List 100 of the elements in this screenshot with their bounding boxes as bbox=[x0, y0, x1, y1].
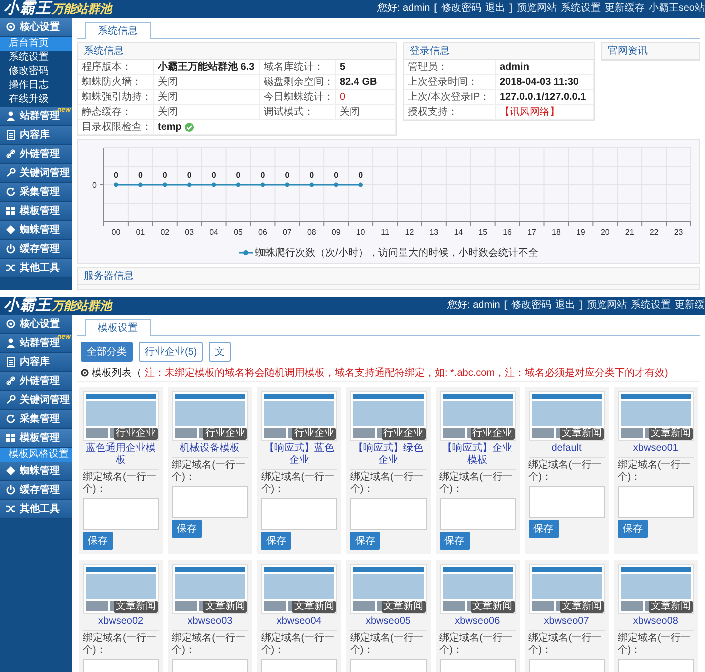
sidebar-item[interactable]: 系统设置 bbox=[0, 51, 72, 65]
template-name[interactable]: xbwseo04 bbox=[261, 616, 338, 631]
header-link[interactable]: 退出 bbox=[486, 2, 506, 16]
save-button[interactable]: 保存 bbox=[83, 532, 113, 550]
legend-marker-icon bbox=[238, 250, 253, 256]
data-point bbox=[358, 182, 363, 188]
header-link[interactable]: 小霸王seo站 bbox=[648, 2, 705, 16]
axis-label: 13 bbox=[430, 228, 439, 237]
sidebar-group[interactable]: 采集管理 bbox=[0, 410, 72, 429]
category-badge: 文章新闻 bbox=[203, 601, 248, 613]
sidebar-group[interactable]: 其他工具 bbox=[0, 500, 72, 519]
sidebar-group[interactable]: 核心设置 bbox=[0, 315, 72, 334]
tab[interactable]: 系统信息 bbox=[85, 22, 151, 39]
sidebar-group[interactable]: 缓存管理 bbox=[0, 481, 72, 500]
axis-label: 12 bbox=[405, 228, 414, 237]
header-link[interactable]: 退出 bbox=[556, 299, 576, 313]
sidebar-group[interactable]: 蜘蛛管理 bbox=[0, 462, 72, 481]
category-badge: 文章新闻 bbox=[114, 601, 158, 613]
domain-field[interactable] bbox=[83, 498, 160, 530]
table-cell-text: 磁盘剩余空间： bbox=[264, 76, 334, 89]
axis-label: 23 bbox=[674, 228, 684, 237]
data-label: 0 bbox=[187, 171, 192, 180]
template-name[interactable]: default bbox=[528, 443, 605, 458]
template-name[interactable]: xbwseo05 bbox=[350, 616, 427, 631]
sidebar-group[interactable]: 内容库 bbox=[0, 126, 72, 145]
header-link[interactable]: 预览网站 bbox=[516, 2, 557, 16]
sidebar-group[interactable]: 站群管理$^{new}$ bbox=[0, 107, 72, 126]
category-badge: 文章新闻 bbox=[382, 601, 426, 613]
header-link[interactable]: 修改密码 bbox=[442, 2, 482, 16]
data-label: 0 bbox=[212, 171, 216, 180]
save-button[interactable]: 保存 bbox=[528, 520, 559, 538]
sidebar-item[interactable]: 操作日志 bbox=[0, 79, 72, 93]
panel-title: 官网资讯 bbox=[608, 44, 648, 58]
header-link[interactable]: 修改密码 bbox=[512, 299, 552, 313]
save-button[interactable]: 保存 bbox=[350, 532, 380, 550]
sidebar-group[interactable]: 模板管理 bbox=[0, 202, 72, 221]
sidebar-group[interactable]: 内容库 bbox=[0, 353, 72, 372]
domain-field[interactable] bbox=[618, 486, 694, 518]
filter-button[interactable]: 文 bbox=[209, 342, 232, 362]
template-name[interactable]: xbwseo07 bbox=[528, 616, 605, 631]
template-name[interactable]: 蓝色通用企业模板 bbox=[83, 443, 160, 470]
sidebar-group[interactable]: 采集管理 bbox=[0, 183, 72, 202]
power-icon bbox=[6, 244, 16, 254]
greeting-text: 您好: admin bbox=[448, 299, 500, 313]
save-button[interactable]: 保存 bbox=[261, 532, 292, 550]
filter-button[interactable]: 全部分类 bbox=[81, 342, 133, 362]
sidebar-group[interactable]: 核心设置 bbox=[0, 18, 72, 37]
tab[interactable]: 模板设置 bbox=[85, 319, 151, 336]
sidebar-group[interactable]: 缓存管理 bbox=[0, 240, 72, 259]
template-name[interactable]: 机械设备模板 bbox=[172, 443, 248, 458]
template-name[interactable]: xbwseo08 bbox=[618, 616, 694, 631]
sidebar-group[interactable]: 外链管理 bbox=[0, 372, 72, 391]
template-name[interactable]: 【响应式】企业模板 bbox=[440, 443, 516, 470]
field-label: 绑定域名(一行一个)： bbox=[528, 633, 604, 657]
sidebar-item[interactable]: 修改密码 bbox=[0, 65, 72, 79]
domain-field[interactable] bbox=[440, 498, 516, 530]
axis-label: 07 bbox=[282, 228, 292, 237]
data-label: 0 bbox=[358, 171, 364, 180]
header-link[interactable]: 预览网站 bbox=[587, 299, 627, 313]
sidebar-group[interactable]: 关键词管理 bbox=[0, 391, 72, 410]
save-button[interactable]: 保存 bbox=[440, 532, 470, 550]
table-cell-text: 今日蜘蛛统计： bbox=[264, 90, 334, 104]
template-name[interactable]: 【响应式】蓝色企业 bbox=[261, 443, 338, 470]
sidebar-group[interactable]: 其他工具 bbox=[0, 259, 72, 278]
person-icon bbox=[6, 338, 16, 348]
list-title: 模板列表（ bbox=[92, 366, 142, 380]
save-button[interactable]: 保存 bbox=[172, 520, 202, 538]
sidebar-item[interactable]: 后台首页 bbox=[0, 37, 72, 51]
header-link[interactable]: 系统设置 bbox=[560, 2, 601, 16]
axis-label: 16 bbox=[503, 228, 512, 237]
sidebar-group[interactable]: 蜘蛛管理 bbox=[0, 221, 72, 240]
table-cell-text: 蜘蛛强引劫持： bbox=[82, 90, 152, 104]
template-name[interactable]: 【响应式】绿色企业 bbox=[350, 443, 427, 470]
bracket-text: [ bbox=[434, 2, 438, 16]
sidebar-item[interactable]: 模板风格设置 bbox=[0, 448, 72, 462]
sidebar-item[interactable]: 在线升级 bbox=[0, 93, 72, 107]
sidebar-group[interactable]: 模板管理 bbox=[0, 429, 72, 448]
template-name[interactable]: xbwseo02 bbox=[83, 616, 160, 631]
header-link[interactable]: 更新缓 bbox=[675, 299, 705, 313]
header-link[interactable]: 系统设置 bbox=[631, 299, 671, 313]
key-icon bbox=[6, 395, 16, 405]
field-label: 绑定域名(一行一个)： bbox=[83, 633, 158, 657]
filter-button[interactable]: 行业企业(5) bbox=[139, 342, 204, 362]
header-link[interactable]: 更新缓存 bbox=[604, 2, 645, 16]
sidebar-group[interactable]: 外链管理 bbox=[0, 145, 72, 164]
data-label: 0 bbox=[310, 171, 314, 180]
domain-field[interactable] bbox=[528, 486, 605, 518]
document-icon bbox=[6, 130, 16, 140]
template-name[interactable]: xbwseo01 bbox=[618, 443, 694, 458]
sidebar-group[interactable]: 关键词管理 bbox=[0, 164, 72, 183]
template-name[interactable]: xbwseo03 bbox=[172, 616, 248, 631]
sidebar-group[interactable]: 站群管理$^{new}$ bbox=[0, 334, 72, 353]
data-label: 0 bbox=[236, 171, 241, 180]
template-name[interactable]: xbwseo06 bbox=[440, 616, 516, 631]
shuffle-icon bbox=[6, 263, 16, 273]
logo-text: 小霸王 bbox=[4, 0, 52, 18]
domain-field[interactable] bbox=[261, 498, 338, 530]
save-button[interactable]: 保存 bbox=[618, 520, 648, 538]
domain-field[interactable] bbox=[350, 498, 427, 530]
domain-field[interactable] bbox=[172, 486, 248, 518]
